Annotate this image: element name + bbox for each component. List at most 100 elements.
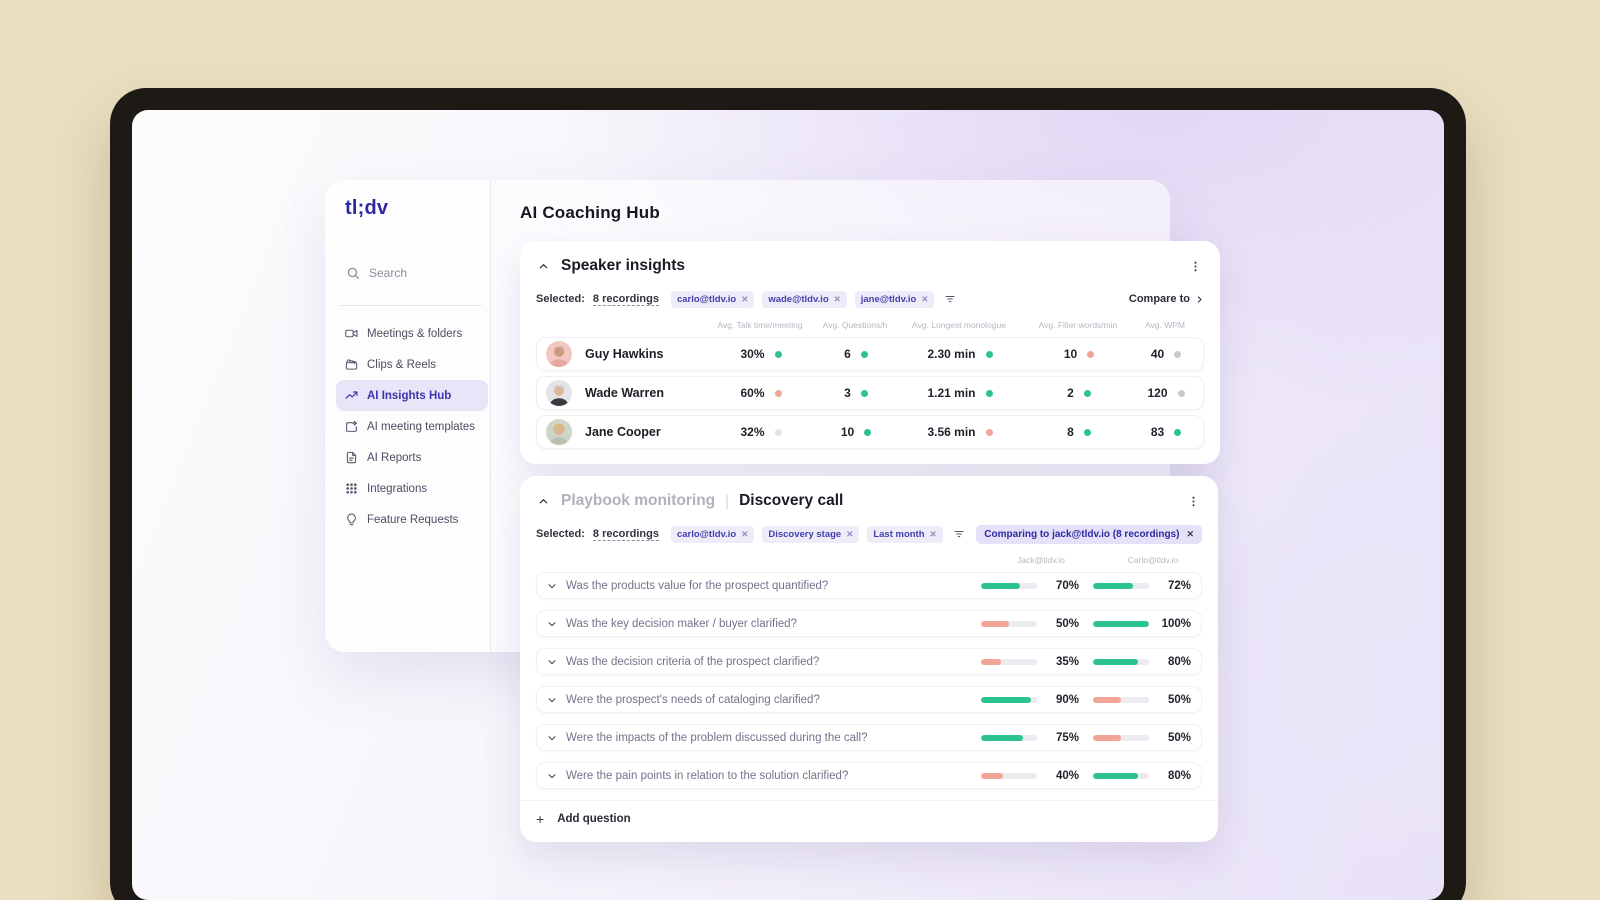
status-dot — [985, 389, 993, 397]
status-dot — [774, 389, 782, 397]
compare-to-button[interactable]: Compare to — [1129, 293, 1204, 305]
percent-value: 70% — [1055, 579, 1079, 592]
metric-value: 10 — [1063, 347, 1078, 361]
question-text: Was the decision criteria of the prospec… — [566, 655, 820, 668]
speaker-name: Guy Hawkins — [585, 347, 664, 361]
status-dot — [1174, 350, 1182, 358]
progress-bar — [1093, 620, 1149, 627]
filter-chip-carlo[interactable]: carlo@tldv.io ✕ — [670, 525, 755, 543]
add-question-button[interactable]: + Add question — [520, 800, 1218, 827]
sidebar-item-ai-reports[interactable]: AI Reports — [336, 442, 488, 473]
selected-recordings-link[interactable]: 8 recordings — [592, 293, 659, 306]
status-dot — [985, 428, 993, 436]
chip-label: jane@tldv.io — [860, 293, 917, 305]
bar-group-left: 90% — [981, 694, 1079, 706]
report-file-icon — [346, 451, 357, 464]
bar-group-right: 100% — [1093, 618, 1191, 630]
sidebar-item-meetings-folders[interactable]: Meetings & folders — [336, 318, 488, 349]
progress-bar — [981, 696, 1037, 703]
progress-bar — [1093, 772, 1149, 779]
bar-group-left: 50% — [981, 618, 1079, 630]
playbook-question-row[interactable]: Were the prospect's needs of cataloging … — [536, 686, 1202, 713]
column-header: Avg. WPM — [1145, 320, 1185, 330]
playbook-question-row[interactable]: Was the decision criteria of the prospec… — [536, 648, 1202, 675]
sidebar-item-feature-requests[interactable]: Feature Requests — [336, 504, 488, 535]
metric-value: 2 — [1067, 386, 1074, 400]
question-bars: 70% 72% — [981, 580, 1191, 592]
metric-value: 40 — [1150, 347, 1165, 361]
comparing-to-chip[interactable]: Comparing to jack@tldv.io (8 recordings)… — [976, 524, 1202, 544]
metric-cell: 3 — [815, 386, 897, 400]
filter-chip-carlo[interactable]: carlo@tldv.io ✕ — [670, 290, 755, 308]
search-icon — [347, 267, 359, 279]
playbook-monitoring-card: Playbook monitoring | Discovery call Sel… — [520, 476, 1218, 842]
metric-value: 32% — [740, 425, 765, 439]
speaker-name: Jane Cooper — [585, 425, 661, 439]
playbook-question-row[interactable]: Was the products value for the prospect … — [536, 572, 1202, 599]
metric-cell: 10 — [1023, 347, 1135, 361]
playbook-menu-button[interactable] — [1185, 493, 1202, 510]
metric-cell: 2.30 min — [897, 347, 1023, 361]
close-icon[interactable]: ✕ — [834, 294, 841, 305]
percent-value: 90% — [1055, 693, 1079, 706]
collapse-speaker-insights-button[interactable] — [536, 259, 551, 274]
status-dot — [1083, 389, 1091, 397]
close-icon[interactable]: ✕ — [1186, 529, 1194, 540]
sidebar-item-ai-meeting-templates[interactable]: AI meeting templates — [336, 411, 488, 442]
tldv-logo: tl;dv — [345, 197, 389, 219]
progress-bar — [1093, 582, 1149, 589]
close-icon[interactable]: ✕ — [846, 529, 853, 540]
filter-chip-last-month[interactable]: Last month ✕ — [867, 525, 943, 543]
speaker-insights-menu-button[interactable] — [1187, 258, 1204, 275]
percent-value: 72% — [1167, 579, 1191, 592]
video-camera-icon — [345, 329, 358, 338]
collapse-playbook-button[interactable] — [536, 494, 551, 509]
metric-value: 10 — [840, 425, 855, 439]
chevron-down-icon[interactable] — [547, 619, 557, 629]
percent-value: 50% — [1055, 617, 1079, 630]
playbook-question-row[interactable]: Were the impacts of the problem discusse… — [536, 724, 1202, 751]
bar-group-left: 70% — [981, 580, 1079, 592]
sidebar-item-label: Meetings & folders — [367, 327, 463, 340]
chip-label: Discovery stage — [768, 528, 842, 540]
filter-lines-icon — [954, 530, 964, 538]
page-title: AI Coaching Hub — [520, 203, 660, 222]
metric-cell: 2 — [1023, 386, 1135, 400]
filter-chip-wade[interactable]: wade@tldv.io ✕ — [762, 290, 847, 308]
avatar — [546, 380, 572, 406]
playbook-question-row[interactable]: Was the key decision maker / buyer clari… — [536, 610, 1202, 637]
question-text: Were the prospect's needs of cataloging … — [566, 693, 820, 706]
close-icon[interactable]: ✕ — [741, 529, 748, 540]
percent-value: 80% — [1167, 769, 1191, 782]
kebab-menu-icon — [1192, 496, 1195, 506]
chevron-down-icon[interactable] — [547, 695, 557, 705]
close-icon[interactable]: ✕ — [741, 294, 748, 305]
sidebar-item-clips-reels[interactable]: Clips & Reels — [336, 349, 488, 380]
playbook-question-row[interactable]: Were the pain points in relation to the … — [536, 762, 1202, 789]
close-icon[interactable]: ✕ — [930, 529, 937, 540]
status-dot — [1177, 389, 1185, 397]
filter-button[interactable] — [942, 291, 958, 307]
chevron-down-icon[interactable] — [547, 771, 557, 781]
chip-label: wade@tldv.io — [768, 293, 829, 305]
search-button[interactable]: Search — [346, 266, 407, 280]
sidebar-item-ai-insights-hub[interactable]: AI Insights Hub — [336, 380, 488, 411]
question-bars: 35% 80% — [981, 656, 1191, 668]
chevron-down-icon[interactable] — [547, 733, 557, 743]
comparing-to-label: Comparing to jack@tldv.io (8 recordings) — [984, 528, 1180, 540]
filter-button[interactable] — [951, 526, 967, 542]
chevron-down-icon[interactable] — [547, 581, 557, 591]
metric-cell: 6 — [815, 347, 897, 361]
sidebar-item-label: Integrations — [367, 482, 428, 495]
metric-cell: 40 — [1135, 347, 1197, 361]
metric-cell: 83 — [1135, 425, 1197, 439]
add-question-label: Add question — [557, 813, 631, 825]
sidebar-item-label: Feature Requests — [367, 513, 459, 526]
sidebar-item-integrations[interactable]: Integrations — [336, 473, 488, 504]
chevron-down-icon[interactable] — [547, 657, 557, 667]
progress-bar — [1093, 734, 1149, 741]
filter-chip-discovery-stage[interactable]: Discovery stage ✕ — [762, 525, 860, 543]
selected-recordings-link[interactable]: 8 recordings — [592, 528, 659, 541]
close-icon[interactable]: ✕ — [921, 294, 928, 305]
filter-chip-jane[interactable]: jane@tldv.io ✕ — [854, 290, 935, 308]
